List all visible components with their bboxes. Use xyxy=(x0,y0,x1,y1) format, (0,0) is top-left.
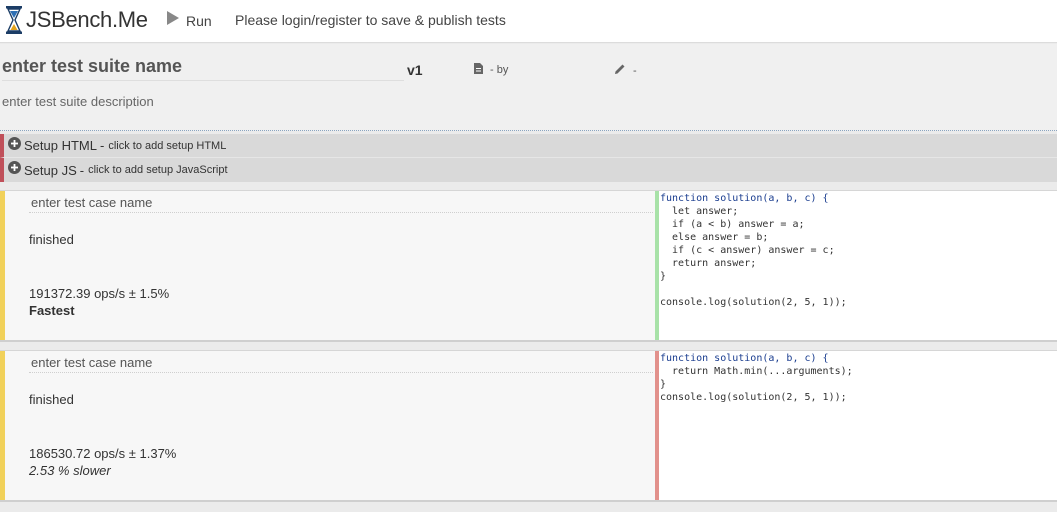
test-case-1: enter test case name finished 191372.39 … xyxy=(0,190,1057,342)
app-logo[interactable]: JSBench.Me xyxy=(5,3,148,37)
code-line: console.log(solution(2, 5, 1)); xyxy=(660,392,847,403)
document-icon xyxy=(474,63,483,77)
test-case-name-input[interactable]: enter test case name xyxy=(29,195,653,213)
run-button-label: Run xyxy=(186,12,212,29)
code-token: function solution(a, b, c) { xyxy=(660,193,829,204)
setup-html-dash: - xyxy=(99,138,105,153)
suite-author-text: - by xyxy=(490,64,509,76)
hourglass-icon xyxy=(5,5,23,35)
code-line: if (a < b) answer = a; xyxy=(660,219,805,230)
code-editor[interactable]: function solution(a, b, c) { let answer;… xyxy=(655,191,1057,340)
code-line: } xyxy=(660,379,667,390)
run-button[interactable]: Run xyxy=(166,10,212,31)
setup-html-title: Setup HTML xyxy=(24,138,97,153)
suite-edit[interactable]: - xyxy=(614,63,637,78)
code-line: else answer = b; xyxy=(660,232,769,243)
suite-edit-text: - xyxy=(633,64,637,77)
setup-js-title: Setup JS xyxy=(24,162,77,178)
code-line: return answer; xyxy=(660,258,757,269)
test-case-ops: 191372.39 ops/s ± 1.5% xyxy=(29,286,170,301)
test-case-info: enter test case name finished 191372.39 … xyxy=(0,191,656,340)
code-line: console.log(solution(2, 5, 1)); xyxy=(660,297,847,308)
suite-description-input[interactable]: enter test suite description xyxy=(2,94,154,109)
code-line: } xyxy=(660,271,667,282)
login-register-link[interactable]: Please login/register to save & publish … xyxy=(235,12,506,28)
test-case-status: finished xyxy=(29,392,74,407)
test-case-info: enter test case name finished 186530.72 … xyxy=(0,351,656,500)
setup-js-row[interactable]: Setup JS - click to add setup JavaScript xyxy=(0,158,1057,182)
code-editor[interactable]: function solution(a, b, c) { return Math… xyxy=(655,351,1057,500)
app-logo-text: JSBench.Me xyxy=(26,7,148,32)
code-line: function solution(a, b, c) { xyxy=(660,192,1057,205)
play-icon xyxy=(166,10,180,31)
setup-js-dash: - xyxy=(79,162,85,178)
suite-version: v1 xyxy=(407,62,423,78)
test-case-rank: Fastest xyxy=(29,303,75,318)
test-case-name-input[interactable]: enter test case name xyxy=(29,355,653,373)
test-case-ops: 186530.72 ops/s ± 1.37% xyxy=(29,446,177,461)
suite-name-input[interactable]: enter test suite name xyxy=(2,56,404,81)
suite-header: enter test suite name v1 - by - enter te… xyxy=(0,44,1057,131)
plus-circle-icon xyxy=(8,136,21,155)
suite-author: - by xyxy=(474,63,508,77)
setup-html-row[interactable]: Setup HTML - click to add setup HTML xyxy=(0,134,1057,158)
code-token: function solution(a, b, c) { xyxy=(660,353,829,364)
setup-js-hint: click to add setup JavaScript xyxy=(88,164,228,176)
test-case-2: enter test case name finished 186530.72 … xyxy=(0,350,1057,502)
code-line: if (c < answer) answer = c; xyxy=(660,245,835,256)
plus-circle-icon xyxy=(8,161,21,179)
code-line: return Math.min(...arguments); xyxy=(660,366,853,377)
code-line: let answer; xyxy=(660,206,739,217)
pencil-icon xyxy=(614,63,626,78)
test-case-rank: 2.53 % slower xyxy=(29,463,111,478)
top-navbar: JSBench.Me Run Please login/register to … xyxy=(0,0,1057,43)
test-case-status: finished xyxy=(29,232,74,247)
setup-html-hint: click to add setup HTML xyxy=(108,139,227,152)
code-line: function solution(a, b, c) { xyxy=(660,352,1057,365)
